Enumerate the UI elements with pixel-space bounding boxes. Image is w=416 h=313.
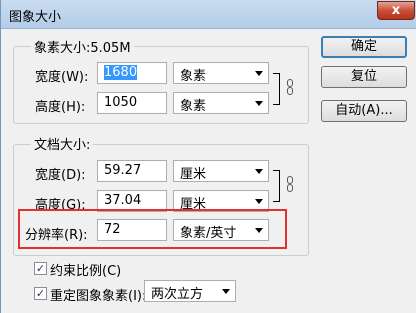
doc-width-unit-select[interactable]: 厘米 — [173, 160, 269, 182]
resolution-label: 分辨率(R): — [25, 228, 88, 243]
doc-height-unit: 厘米 — [180, 197, 207, 212]
chevron-down-icon — [255, 228, 263, 233]
pixel-width-unit: 象素 — [180, 69, 207, 84]
doc-width-unit: 厘米 — [180, 167, 207, 182]
close-button[interactable]: x — [377, 1, 415, 20]
chevron-down-icon — [255, 199, 263, 204]
doc-link-bracket — [273, 170, 280, 202]
pixel-width-value: 1680 — [104, 65, 138, 80]
pixel-height-unit: 象素 — [180, 99, 207, 114]
chevron-down-icon — [222, 289, 230, 294]
reset-button[interactable]: 复位 — [321, 66, 407, 88]
pixel-width-label: 宽度(W): — [35, 70, 89, 85]
image-size-dialog: 图象大小 x 象素大小:5.05M 宽度(W): 1680 象素 高度(H): … — [0, 0, 416, 313]
resample-method: 两次立方 — [151, 287, 204, 302]
resolution-input[interactable]: 72 — [97, 219, 167, 241]
resolution-unit-select[interactable]: 象素/英寸 — [173, 219, 269, 241]
chain-link-icon — [287, 176, 293, 192]
resample-label: 重定图象象素(I): — [50, 289, 147, 304]
title-bar[interactable]: 图象大小 x — [1, 0, 416, 29]
resample-checkbox[interactable]: ✓ — [34, 287, 47, 300]
auto-button[interactable]: 自动(A)... — [321, 100, 407, 122]
ok-button[interactable]: 确定 — [321, 36, 407, 58]
resolution-unit: 象素/英寸 — [180, 226, 237, 241]
doc-height-label: 高度(G): — [35, 198, 86, 213]
document-size-legend: 文档大小: — [31, 134, 94, 153]
constrain-proportions-checkbox[interactable]: ✓ — [34, 262, 47, 275]
resolution-value: 72 — [104, 222, 121, 237]
doc-width-input[interactable]: 59.27 — [97, 160, 167, 182]
window-title: 图象大小 — [9, 10, 62, 25]
doc-width-label: 宽度(D): — [35, 168, 86, 183]
pixel-height-input[interactable]: 1050 — [97, 92, 167, 114]
pixel-link-bracket — [273, 73, 280, 105]
chevron-down-icon — [255, 169, 263, 174]
doc-height-unit-select[interactable]: 厘米 — [173, 190, 269, 212]
doc-height-input[interactable]: 37.04 — [97, 190, 167, 212]
pixel-height-value: 1050 — [104, 95, 138, 110]
chain-link-icon — [287, 79, 293, 95]
pixel-width-unit-select[interactable]: 象素 — [173, 62, 269, 84]
chevron-down-icon — [255, 101, 263, 106]
resample-method-select[interactable]: 两次立方 — [144, 280, 236, 302]
doc-width-value: 59.27 — [104, 163, 142, 178]
pixel-width-input[interactable]: 1680 — [97, 62, 167, 84]
doc-height-value: 37.04 — [104, 193, 142, 208]
chevron-down-icon — [255, 71, 263, 76]
constrain-proportions-label: 约束比例(C) — [50, 264, 122, 279]
pixel-height-unit-select[interactable]: 象素 — [173, 92, 269, 114]
pixel-dimensions-legend: 象素大小:5.05M — [31, 37, 134, 56]
pixel-height-label: 高度(H): — [35, 100, 86, 115]
